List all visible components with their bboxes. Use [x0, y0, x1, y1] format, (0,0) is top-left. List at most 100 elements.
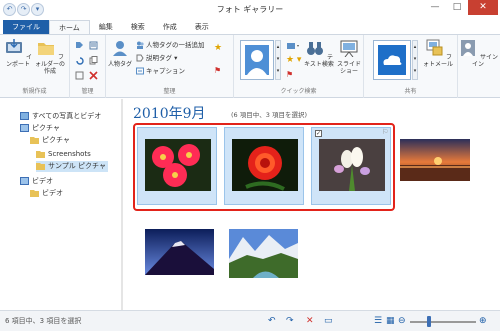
delete-icon[interactable]: ✕ — [306, 316, 314, 326]
copy-icon[interactable] — [89, 56, 98, 65]
person-silhouette-icon — [245, 45, 269, 75]
share-gallery[interactable] — [373, 40, 411, 80]
group-quick-find: ▴ ▾ ▾ ★ ▾ ⚑ テキスト検索 スライドショー クイック検索 — [234, 35, 364, 98]
tree-item-sample-pictures[interactable]: サンプル ピクチャ — [36, 161, 108, 172]
photo-mail-button[interactable]: フォトメール — [423, 39, 453, 68]
zoom-slider-track[interactable] — [410, 321, 476, 323]
ribbon-tabs: ファイル ホーム 編集 検索 作成 表示 — [0, 20, 500, 34]
slideshow-icon — [340, 40, 358, 58]
group-share: ▴ ▾ ▾ フォトメール 共有 — [364, 35, 458, 98]
flag-filter-icon[interactable]: ⚑ — [286, 69, 293, 80]
person-icon — [113, 41, 127, 56]
tree-item-label: ビデオ — [32, 177, 53, 185]
zoom-slider-thumb[interactable] — [427, 316, 431, 327]
signin-button[interactable]: サインイン — [458, 39, 498, 68]
gallery-scroll[interactable]: ▴ ▾ ▾ — [275, 40, 281, 80]
tree-item-label: ピクチャ — [42, 136, 70, 144]
status-bar: 6 項目中、3 項目を選択 ↶ ↷ ✕ ▭ ☰ ▦ ⊖ ⊕ — [0, 310, 500, 331]
cloud-icon — [378, 45, 406, 75]
tab-home[interactable]: ホーム — [49, 20, 90, 34]
people-tag-button[interactable]: 人物タグ — [108, 39, 132, 68]
import-icon — [6, 39, 23, 53]
zoom-in-icon[interactable]: ⊕ — [479, 316, 487, 326]
tree-item-all-photos[interactable]: すべての写真とビデオ — [20, 111, 101, 122]
slideshow-label: スライドショー — [336, 61, 361, 75]
date-group-count: (6 項目中、3 項目を選択) — [231, 111, 307, 119]
folder-icon — [36, 151, 45, 158]
thumbnail-cell[interactable] — [137, 127, 217, 205]
tree-item-pictures-library[interactable]: ピクチャ — [30, 135, 70, 146]
group-new: インポート フォルダーの作成 新規作成 — [0, 35, 70, 98]
tree-item-pictures[interactable]: ピクチャ — [20, 123, 60, 134]
photo-mail-icon — [426, 39, 443, 56]
selection-checkbox[interactable]: ✓ — [315, 130, 322, 137]
flag-icon[interactable]: ⚐ — [382, 128, 388, 136]
caption-button[interactable]: キャプション — [136, 66, 185, 77]
tab-file[interactable]: ファイル — [3, 20, 49, 34]
tree-item-videos[interactable]: ビデオ — [20, 176, 53, 187]
folder-icon — [38, 43, 55, 55]
folder-icon — [30, 137, 39, 144]
group-organize: 人物タグ 人物タグの一括追加 説明タグ ▾ キャプション ★ ⚑ 整理 — [106, 35, 234, 98]
share-gallery-scroll[interactable]: ▴ ▾ ▾ — [412, 40, 418, 80]
tab-edit[interactable]: 編集 — [90, 20, 122, 34]
date-view-icon[interactable] — [286, 41, 300, 51]
bulk-people-tag-label: 人物タグの一括追加 — [146, 41, 205, 49]
tree-item-label: サンプル ピクチャ — [48, 162, 106, 170]
tree-item-label: Screenshots — [48, 150, 91, 158]
tab-create[interactable]: 作成 — [154, 20, 186, 34]
details-view-icon[interactable]: ☰ — [374, 316, 382, 326]
minimize-button[interactable]: — — [424, 2, 446, 12]
tab-search[interactable]: 検索 — [122, 20, 154, 34]
rotate-right-icon[interactable]: ↷ — [286, 316, 294, 326]
rotate-left-icon[interactable]: ↶ — [268, 316, 276, 326]
star-filter-icon[interactable]: ★ ▾ — [286, 55, 301, 66]
tag-icon[interactable] — [75, 41, 84, 50]
rating-star-icon[interactable]: ★ — [214, 43, 222, 54]
tab-view[interactable]: 表示 — [186, 20, 218, 34]
close-button[interactable]: ✕ — [468, 0, 498, 15]
group-label-organize: 整理 — [163, 88, 176, 95]
bulk-people-tag-button[interactable]: 人物タグの一括追加 — [136, 40, 205, 51]
folder-icon — [30, 190, 39, 197]
caption-icon — [136, 67, 144, 75]
video-icon — [20, 177, 29, 185]
folder-icon — [36, 163, 45, 170]
photo-bouquet — [319, 139, 385, 191]
flag-icon[interactable]: ⚑ — [214, 65, 221, 76]
tree-item-videos-library[interactable]: ビデオ — [30, 188, 63, 199]
photo-valley[interactable] — [229, 229, 298, 278]
select-icon[interactable] — [75, 71, 84, 80]
tree-item-label: すべての写真とビデオ — [32, 112, 102, 120]
rotate-icon[interactable] — [75, 56, 84, 65]
tree-item-screenshots[interactable]: Screenshots — [36, 149, 91, 160]
thumbnail-cell[interactable]: ✓ ⚐ — [311, 127, 391, 205]
description-tag-label: 説明タグ — [146, 54, 172, 62]
new-folder-label: フォルダーの作成 — [35, 54, 66, 75]
group-label-new: 新規作成 — [22, 88, 47, 95]
account-icon — [461, 40, 476, 56]
delete-icon[interactable] — [89, 71, 98, 80]
slideshow-icon[interactable]: ▭ — [324, 316, 333, 326]
zoom-out-icon[interactable]: ⊖ — [398, 316, 406, 326]
tree-item-label: ビデオ — [42, 189, 63, 197]
photo-sunset[interactable] — [400, 139, 470, 181]
description-tag-button[interactable]: 説明タグ ▾ — [136, 53, 177, 64]
group-label-manage: 管理 — [81, 88, 94, 95]
import-button[interactable]: インポート — [3, 39, 33, 68]
group-label-quick-find: クイック検索 — [280, 88, 317, 95]
caption-label: キャプション — [146, 67, 185, 75]
chevron-down-icon[interactable]: ▾ — [172, 54, 177, 62]
text-search-button[interactable]: テキスト検索 — [304, 39, 334, 68]
new-folder-button[interactable]: フォルダーの作成 — [35, 39, 65, 75]
thumbnail-view-icon[interactable]: ▦ — [386, 316, 395, 326]
slideshow-button[interactable]: スライドショー — [336, 39, 362, 75]
maximize-button[interactable]: □ — [446, 2, 468, 12]
person-filter-gallery[interactable] — [240, 40, 274, 80]
date-group-heading[interactable]: 2010年9月 — [133, 103, 206, 123]
thumbnail-cell[interactable] — [224, 127, 304, 205]
group-label-share: 共有 — [404, 88, 417, 95]
properties-icon[interactable] — [89, 41, 98, 50]
title-bar: ↶ ↷ ▾ フォト ギャラリー — □ ✕ — [0, 0, 500, 20]
photo-mountain[interactable] — [145, 229, 214, 275]
